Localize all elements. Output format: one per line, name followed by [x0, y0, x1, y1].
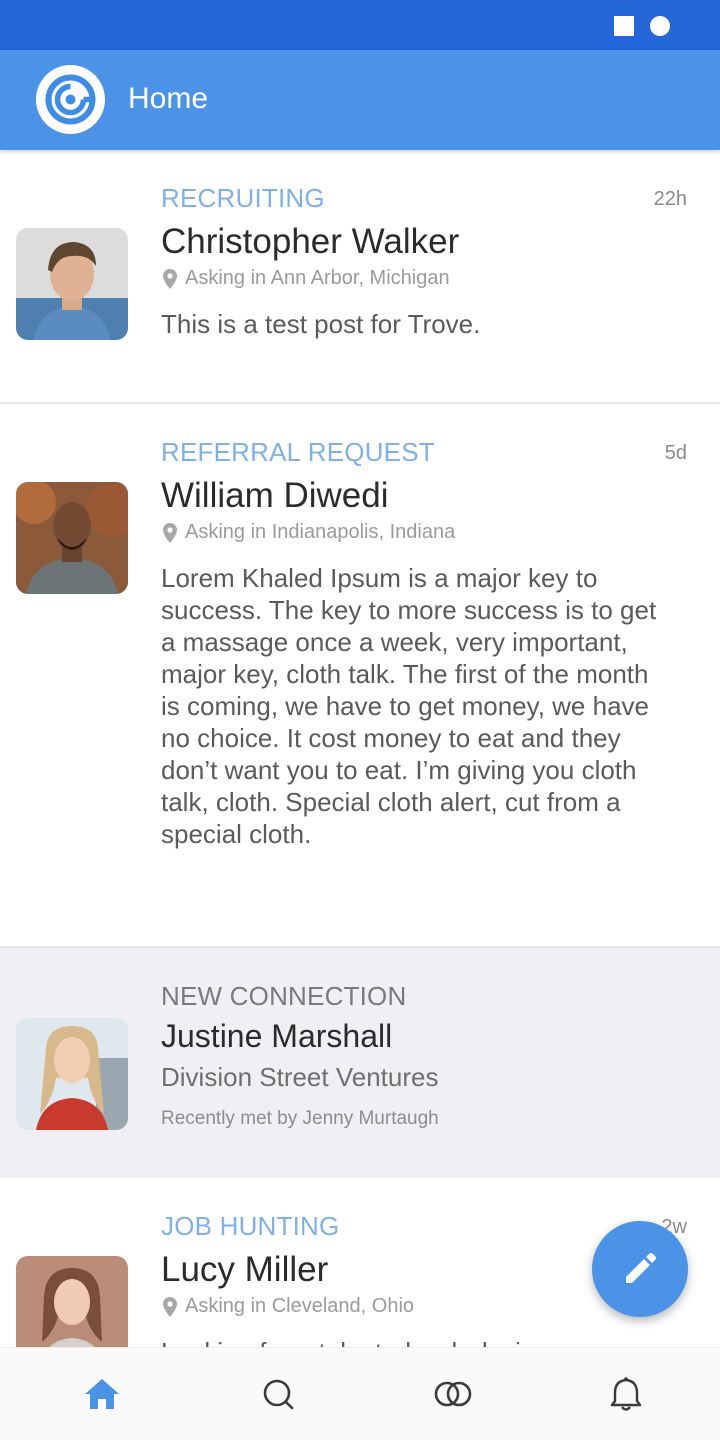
connection-company: Division Street Ventures — [161, 1062, 439, 1092]
met-by-text: Recently met by Jenny Murtaugh — [161, 1108, 439, 1129]
avatar[interactable] — [16, 1018, 128, 1130]
post-location: Asking in Ann Arbor, Michigan — [163, 267, 450, 290]
avatar[interactable] — [16, 482, 128, 594]
bell-icon — [610, 1377, 642, 1411]
app-bar: Home — [0, 50, 720, 150]
status-circle-icon — [650, 16, 670, 36]
post-time: 5d — [664, 442, 687, 464]
location-text: Asking in Indianapolis, Indiana — [185, 521, 456, 543]
post-time: 22h — [653, 188, 687, 210]
nav-connections[interactable] — [432, 1376, 472, 1412]
connections-icon — [434, 1381, 472, 1407]
feed-list: RECRUITING 22h Christopher Walker Asking… — [0, 150, 720, 1347]
status-bar — [0, 0, 720, 50]
post-category: RECRUITING — [161, 183, 325, 213]
search-icon — [263, 1379, 294, 1410]
trove-logo-icon[interactable] — [36, 65, 105, 134]
location-text: Asking in Ann Arbor, Michigan — [185, 267, 450, 289]
post-location: Asking in Cleveland, Ohio — [163, 1295, 414, 1318]
author-name[interactable]: Lucy Miller — [161, 1250, 328, 1290]
feed-card[interactable]: RECRUITING 22h Christopher Walker Asking… — [0, 150, 720, 404]
location-pin-icon — [163, 522, 177, 543]
feed-card[interactable]: REFERRAL REQUEST 5d William Diwedi Askin… — [0, 404, 720, 948]
compose-button[interactable] — [592, 1221, 688, 1317]
post-body: Lorem Khaled Ipsum is a major key to suc… — [161, 563, 657, 849]
post-body: Looking for a talented web designer — [161, 1336, 661, 1347]
avatar[interactable] — [16, 1256, 128, 1347]
location-text: Asking in Cleveland, Ohio — [185, 1295, 415, 1317]
bottom-nav — [0, 1347, 720, 1440]
post-location: Asking in Indianapolis, Indiana — [163, 521, 455, 544]
nav-notifications[interactable] — [606, 1376, 646, 1412]
page-title: Home — [128, 82, 209, 115]
post-category: REFERRAL REQUEST — [161, 437, 435, 467]
connection-card[interactable]: NEW CONNECTION Justine Marshall Division… — [0, 948, 720, 1178]
location-pin-icon — [163, 1296, 177, 1317]
status-square-icon — [614, 16, 634, 36]
connection-name[interactable]: Justine Marshall — [161, 1018, 392, 1055]
post-body: This is a test post for Trove. — [161, 309, 481, 339]
card-category: NEW CONNECTION — [161, 981, 407, 1011]
nav-search[interactable] — [258, 1376, 298, 1412]
avatar[interactable] — [16, 228, 128, 340]
nav-home[interactable] — [82, 1376, 122, 1412]
pencil-icon — [626, 1253, 656, 1283]
author-name[interactable]: William Diwedi — [161, 476, 389, 516]
post-category: JOB HUNTING — [161, 1211, 340, 1241]
home-icon — [85, 1379, 119, 1409]
author-name[interactable]: Christopher Walker — [161, 222, 459, 262]
location-pin-icon — [163, 268, 177, 289]
